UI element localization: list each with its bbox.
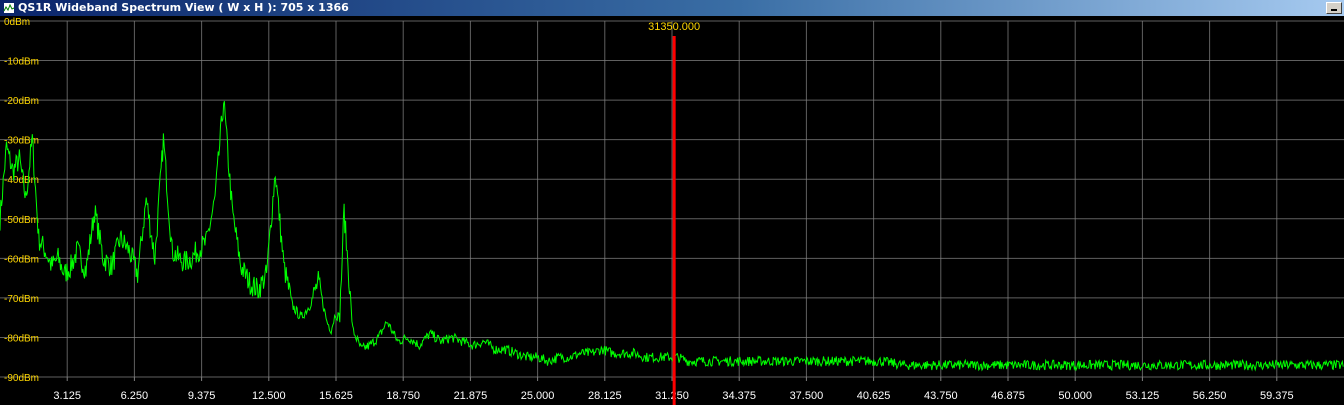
x-tick-label: 12.500: [252, 390, 286, 402]
x-tick-label: 6.250: [121, 390, 149, 402]
x-tick-label: 37.500: [790, 390, 824, 402]
x-tick-label: 53.125: [1126, 390, 1160, 402]
x-tick-label: 18.750: [386, 390, 420, 402]
x-tick-label: 3.125: [53, 390, 81, 402]
window-titlebar[interactable]: QS1R Wideband Spectrum View ( W x H ): 7…: [0, 0, 1344, 16]
frequency-marker-label: 31350.000: [648, 21, 700, 33]
x-tick-label: 9.375: [188, 390, 216, 402]
x-tick-label: 25.000: [521, 390, 555, 402]
x-tick-label: 43.750: [924, 390, 958, 402]
y-tick-label: -90dBm: [4, 373, 39, 384]
x-tick-label: 59.375: [1260, 390, 1294, 402]
grid: [0, 20, 1344, 381]
y-tick-label: -70dBm: [4, 294, 39, 305]
y-tick-label: -60dBm: [4, 254, 39, 265]
y-axis-labels: 0dBm-10dBm-20dBm-30dBm-40dBm-50dBm-60dBm…: [4, 17, 39, 384]
app-icon: [3, 2, 15, 14]
x-tick-label: 28.125: [588, 390, 622, 402]
y-tick-label: -50dBm: [4, 215, 39, 226]
x-tick-label: 50.000: [1058, 390, 1092, 402]
x-tick-label: 56.250: [1193, 390, 1227, 402]
window-title: QS1R Wideband Spectrum View ( W x H ): 7…: [18, 1, 349, 14]
x-tick-label: 21.875: [454, 390, 488, 402]
x-tick-label: 40.625: [857, 390, 891, 402]
spectrum-plot[interactable]: 0dBm-10dBm-20dBm-30dBm-40dBm-50dBm-60dBm…: [0, 16, 1344, 405]
x-tick-label: 31.250: [655, 390, 689, 402]
x-tick-label: 46.875: [991, 390, 1025, 402]
x-tick-label: 34.375: [722, 390, 756, 402]
minimize-button[interactable]: [1326, 2, 1342, 14]
y-tick-label: -10dBm: [4, 57, 39, 68]
y-tick-label: -80dBm: [4, 333, 39, 344]
y-tick-label: 0dBm: [4, 17, 30, 28]
y-tick-label: -20dBm: [4, 96, 39, 107]
y-tick-label: -30dBm: [4, 136, 39, 147]
x-tick-label: 15.625: [319, 390, 353, 402]
